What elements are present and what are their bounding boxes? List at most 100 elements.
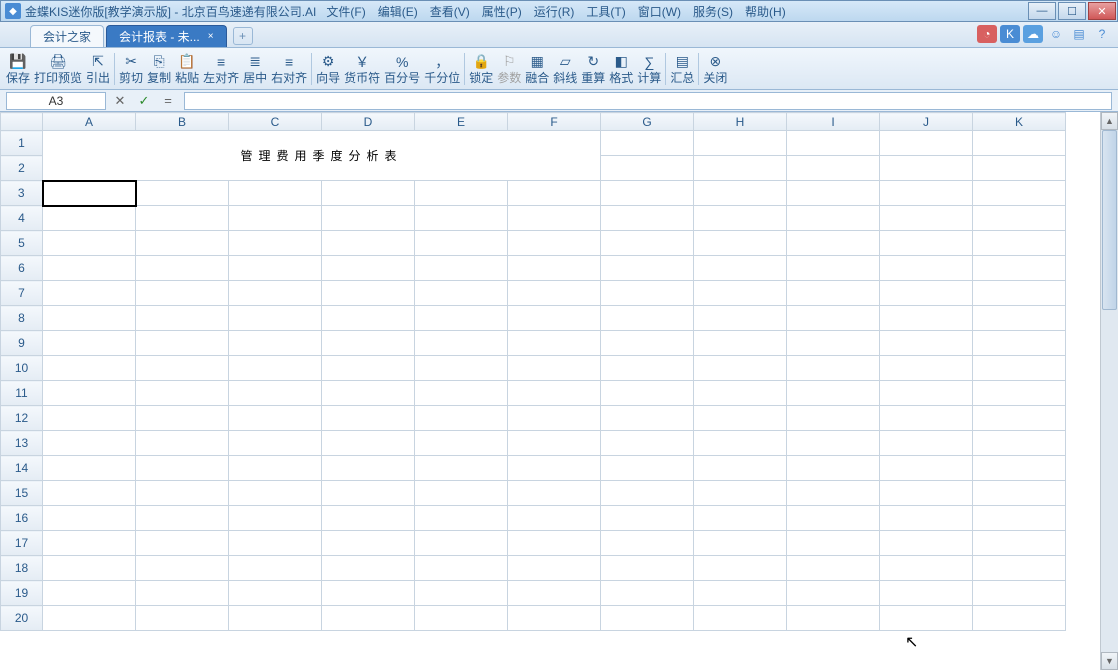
cell[interactable] <box>694 506 787 531</box>
cell[interactable] <box>787 431 880 456</box>
cell[interactable] <box>880 506 973 531</box>
param-button[interactable]: ⚐参数 <box>495 53 523 85</box>
cell[interactable] <box>694 581 787 606</box>
cell[interactable] <box>136 281 229 306</box>
cell[interactable] <box>787 456 880 481</box>
scroll-track[interactable] <box>1101 130 1118 652</box>
col-header[interactable]: B <box>136 113 229 131</box>
cell[interactable] <box>880 156 973 181</box>
cell[interactable] <box>973 381 1066 406</box>
cell[interactable] <box>136 356 229 381</box>
cell[interactable] <box>136 506 229 531</box>
cell[interactable] <box>229 231 322 256</box>
paste-button[interactable]: 📋粘贴 <box>173 53 201 85</box>
cell[interactable] <box>880 331 973 356</box>
cell[interactable] <box>136 381 229 406</box>
cell[interactable] <box>601 606 694 631</box>
row-header[interactable]: 11 <box>1 381 43 406</box>
new-tab-button[interactable]: + <box>233 27 253 45</box>
row-header[interactable]: 7 <box>1 281 43 306</box>
cell[interactable] <box>601 131 694 156</box>
cell[interactable] <box>415 456 508 481</box>
cell[interactable] <box>694 381 787 406</box>
cell[interactable] <box>880 406 973 431</box>
cell[interactable] <box>973 406 1066 431</box>
cell[interactable] <box>508 506 601 531</box>
lock-button[interactable]: 🔒锁定 <box>467 53 495 85</box>
cell-reference[interactable]: A3 <box>6 92 106 110</box>
cell[interactable] <box>694 131 787 156</box>
cell[interactable] <box>322 206 415 231</box>
col-header[interactable]: G <box>601 113 694 131</box>
cell[interactable] <box>787 506 880 531</box>
cell[interactable] <box>229 206 322 231</box>
smile-icon[interactable]: ☺ <box>1046 25 1066 43</box>
menu-view[interactable]: 查看(V) <box>424 3 476 20</box>
cell[interactable] <box>694 231 787 256</box>
row-header[interactable]: 5 <box>1 231 43 256</box>
cell[interactable] <box>229 281 322 306</box>
row-header[interactable]: 6 <box>1 256 43 281</box>
cell[interactable] <box>601 281 694 306</box>
cell[interactable] <box>136 406 229 431</box>
cell[interactable] <box>415 231 508 256</box>
tab-close-icon[interactable]: × <box>208 31 214 42</box>
cell[interactable] <box>973 506 1066 531</box>
col-header[interactable]: H <box>694 113 787 131</box>
cell[interactable] <box>694 281 787 306</box>
tab-report[interactable]: 会计报表 - 未...× <box>106 25 227 47</box>
cell[interactable] <box>415 581 508 606</box>
cell[interactable] <box>322 506 415 531</box>
cell[interactable] <box>973 156 1066 181</box>
cell[interactable] <box>973 606 1066 631</box>
cell[interactable] <box>601 556 694 581</box>
cell[interactable] <box>415 381 508 406</box>
cell[interactable] <box>136 206 229 231</box>
cell[interactable] <box>322 381 415 406</box>
cell[interactable] <box>973 306 1066 331</box>
vertical-scrollbar[interactable]: ▲ ▼ <box>1100 112 1118 670</box>
cell[interactable] <box>415 406 508 431</box>
cell[interactable] <box>880 481 973 506</box>
row-header[interactable]: 14 <box>1 456 43 481</box>
copy-button[interactable]: ⎘复制 <box>145 53 173 85</box>
cell[interactable] <box>601 431 694 456</box>
cell[interactable] <box>229 481 322 506</box>
menu-file[interactable]: 文件(F) <box>320 3 371 20</box>
cell[interactable] <box>508 206 601 231</box>
cell[interactable] <box>880 606 973 631</box>
cell[interactable] <box>973 531 1066 556</box>
cell[interactable] <box>973 431 1066 456</box>
cell[interactable] <box>973 456 1066 481</box>
cell[interactable] <box>973 181 1066 206</box>
cell[interactable] <box>415 356 508 381</box>
cell[interactable] <box>787 181 880 206</box>
summary-button[interactable]: ▤汇总 <box>668 53 696 85</box>
align-right-button[interactable]: ≡右对齐 <box>269 53 309 85</box>
fx-icon[interactable]: = <box>158 92 178 110</box>
scroll-up-icon[interactable]: ▲ <box>1101 112 1118 130</box>
cell[interactable] <box>136 581 229 606</box>
cell[interactable] <box>787 406 880 431</box>
cell[interactable] <box>415 281 508 306</box>
cell[interactable] <box>508 531 601 556</box>
row-header[interactable]: 1 <box>1 131 43 156</box>
cell[interactable] <box>229 356 322 381</box>
row-header[interactable]: 2 <box>1 156 43 181</box>
cell[interactable] <box>694 331 787 356</box>
cell[interactable] <box>136 231 229 256</box>
cell[interactable] <box>415 256 508 281</box>
cell[interactable] <box>136 456 229 481</box>
col-header[interactable]: E <box>415 113 508 131</box>
cell[interactable] <box>601 331 694 356</box>
cell[interactable] <box>880 131 973 156</box>
align-center-button[interactable]: ≣居中 <box>241 53 269 85</box>
col-header[interactable]: D <box>322 113 415 131</box>
cell[interactable] <box>43 456 136 481</box>
cell[interactable] <box>229 431 322 456</box>
cell[interactable] <box>973 231 1066 256</box>
maximize-button[interactable]: ☐ <box>1058 2 1086 20</box>
row-header[interactable]: 10 <box>1 356 43 381</box>
cell[interactable] <box>880 356 973 381</box>
cell[interactable] <box>322 281 415 306</box>
